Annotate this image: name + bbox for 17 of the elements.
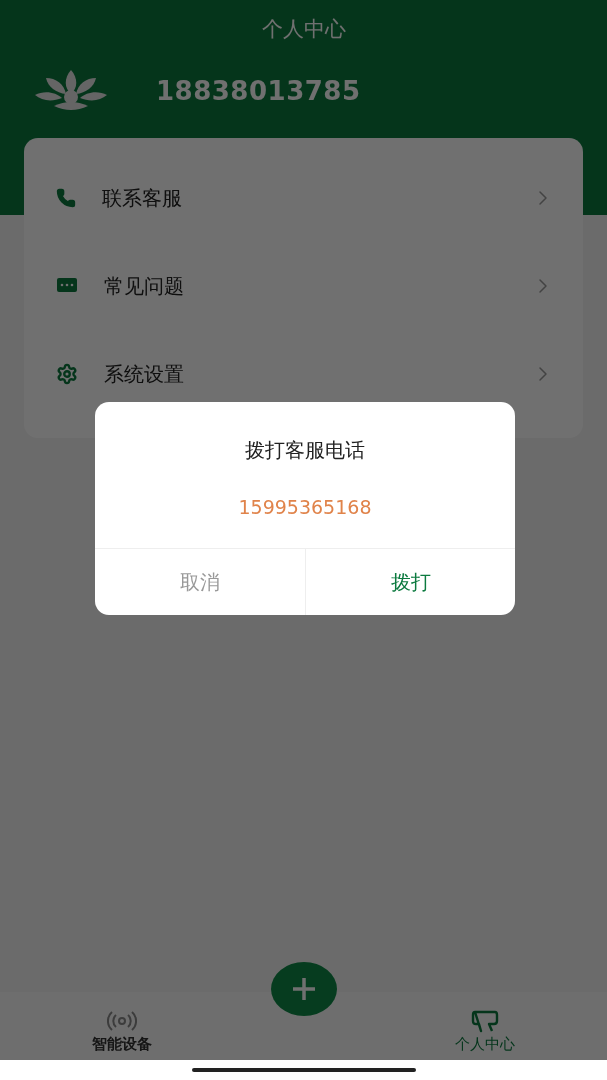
- phone-icon: [56, 188, 76, 208]
- signal-icon: [106, 1009, 137, 1033]
- service-phone-number: 15995365168: [238, 496, 372, 518]
- menu-item[interactable]: 常见问题: [24, 242, 583, 330]
- settings-icon: [56, 363, 78, 385]
- chat-bubble-icon: [471, 1009, 500, 1033]
- cancel-button[interactable]: 取消: [95, 549, 305, 615]
- message-icon: [56, 277, 78, 295]
- menu-item[interactable]: 系统设置: [24, 330, 583, 418]
- menu-item[interactable]: 联系客服: [24, 154, 583, 242]
- tab-item[interactable]: 个人中心: [363, 1009, 607, 1054]
- dialog-title: 拨打客服电话: [245, 437, 365, 464]
- dial-button[interactable]: 拨打: [305, 549, 515, 615]
- user-phone-number: 18838013785: [156, 76, 361, 106]
- tab-item[interactable]: 智能设备: [0, 1009, 244, 1054]
- plus-icon: [291, 977, 316, 1001]
- page-title: 个人中心: [261, 16, 346, 43]
